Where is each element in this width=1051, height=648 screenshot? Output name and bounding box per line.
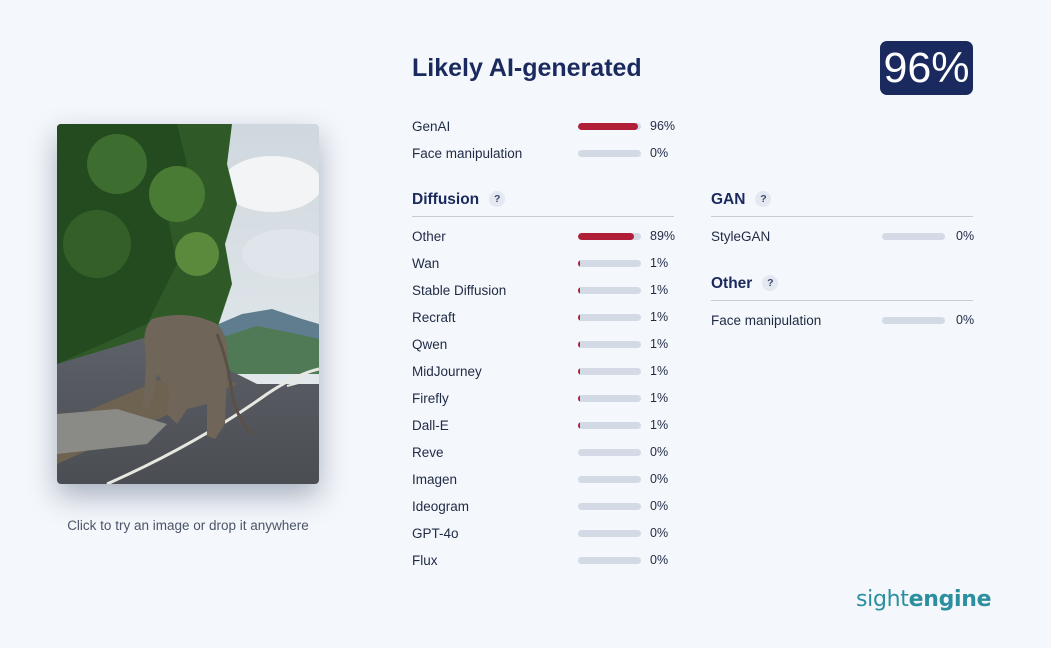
model-row: Face manipulation 0% [711, 313, 976, 331]
row-label: Flux [412, 553, 438, 568]
summary-row: GenAI 96% [412, 119, 677, 137]
help-icon[interactable]: ? [755, 191, 772, 207]
row-label: Face manipulation [412, 146, 523, 161]
section-title: Other [711, 275, 753, 292]
section-diffusion: Diffusion? [412, 191, 674, 217]
row-label: Dall-E [412, 418, 449, 433]
upload-hint[interactable]: Click to try an image or drop it anywher… [40, 518, 336, 533]
row-label: Recraft [412, 310, 456, 325]
row-label: Face manipulation [711, 313, 822, 328]
row-label: Reve [412, 445, 444, 460]
model-row: GPT-4o 0% [412, 526, 677, 544]
row-percent: 1% [650, 256, 669, 270]
score-badge: 96% [880, 41, 973, 95]
progress-bar [578, 260, 641, 267]
section-title: GAN [711, 191, 746, 208]
row-percent: 0% [956, 313, 975, 327]
progress-bar [578, 503, 641, 510]
row-percent: 0% [650, 445, 669, 459]
row-percent: 1% [650, 310, 669, 324]
row-percent: 0% [956, 229, 975, 243]
row-percent: 96% [650, 119, 676, 133]
section-gan: GAN? [711, 191, 973, 217]
row-percent: 1% [650, 391, 669, 405]
model-row: Wan 1% [412, 256, 677, 274]
sightengine-logo[interactable]: sightengine [856, 587, 992, 612]
row-label: MidJourney [412, 364, 482, 379]
model-row: Recraft 1% [412, 310, 677, 328]
row-label: Qwen [412, 337, 448, 352]
row-percent: 1% [650, 283, 669, 297]
row-label: StyleGAN [711, 229, 771, 244]
help-icon[interactable]: ? [489, 191, 506, 207]
progress-bar [882, 317, 945, 324]
help-icon[interactable]: ? [762, 275, 779, 291]
row-label: GenAI [412, 119, 451, 134]
progress-bar [578, 395, 641, 402]
row-percent: 1% [650, 418, 669, 432]
uploaded-image[interactable] [57, 124, 319, 484]
row-label: Ideogram [412, 499, 470, 514]
model-row: Qwen 1% [412, 337, 677, 355]
row-percent: 0% [650, 472, 669, 486]
progress-bar [578, 287, 641, 294]
row-label: Other [412, 229, 446, 244]
model-row: Ideogram 0% [412, 499, 677, 517]
row-percent: 0% [650, 553, 669, 567]
progress-bar [578, 422, 641, 429]
model-row: Other 89% [412, 229, 677, 247]
logo-text-bold: engine [908, 587, 992, 612]
model-row: Flux 0% [412, 553, 677, 571]
row-percent: 89% [650, 229, 676, 243]
row-label: GPT-4o [412, 526, 459, 541]
elephant-photo [57, 124, 319, 484]
model-row: Imagen 0% [412, 472, 677, 490]
progress-bar [578, 341, 641, 348]
row-label: Stable Diffusion [412, 283, 507, 298]
row-label: Wan [412, 256, 440, 271]
progress-bar [578, 150, 641, 157]
progress-bar [578, 476, 641, 483]
row-percent: 0% [650, 526, 669, 540]
model-row: Dall-E 1% [412, 418, 677, 436]
model-row: Stable Diffusion 1% [412, 283, 677, 301]
section-title: Diffusion [412, 191, 480, 208]
row-percent: 1% [650, 364, 669, 378]
section-other: Other? [711, 275, 973, 301]
progress-bar [578, 368, 641, 375]
model-row: Reve 0% [412, 445, 677, 463]
model-row: Firefly 1% [412, 391, 677, 409]
summary-row: Face manipulation 0% [412, 146, 677, 164]
row-percent: 1% [650, 337, 669, 351]
model-row: MidJourney 1% [412, 364, 677, 382]
progress-bar [578, 123, 641, 130]
verdict-title: Likely AI-generated [412, 54, 642, 82]
model-row: StyleGAN 0% [711, 229, 976, 247]
progress-bar [578, 233, 641, 240]
progress-bar [578, 557, 641, 564]
progress-bar [578, 530, 641, 537]
progress-bar [578, 314, 641, 321]
row-label: Imagen [412, 472, 458, 487]
progress-bar [578, 449, 641, 456]
row-percent: 0% [650, 146, 669, 160]
row-percent: 0% [650, 499, 669, 513]
progress-bar [882, 233, 945, 240]
row-label: Firefly [412, 391, 449, 406]
logo-text-light: sight [856, 587, 909, 612]
